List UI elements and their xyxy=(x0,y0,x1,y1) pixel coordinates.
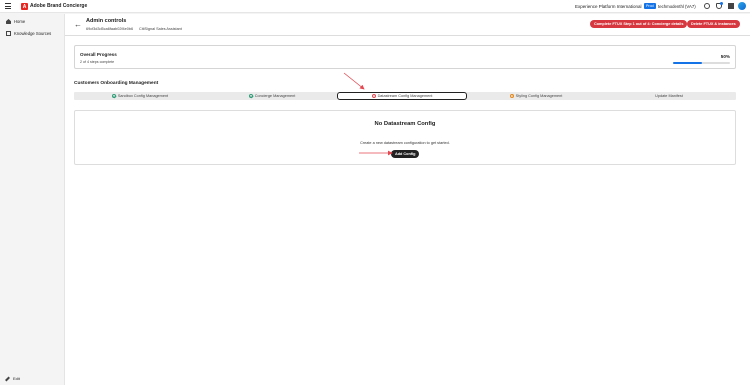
progress-subtitle: 2 of 4 steps complete xyxy=(80,60,115,64)
edit-label: Edit xyxy=(13,376,20,381)
concierge-id: 69cf3d3d5ca6faab02f4e0b6 xyxy=(86,27,134,31)
sidebar: Home Knowledge Sources Edit xyxy=(0,14,65,385)
top-bar: A Adobe Brand Concierge Experience Platf… xyxy=(0,0,750,13)
step-update-manifest[interactable]: Update Manifest xyxy=(602,92,736,100)
environment-badge: Prod xyxy=(644,3,656,9)
step-sandbox-config[interactable]: Sandbox Config Management xyxy=(74,92,206,100)
adobe-logo[interactable]: A xyxy=(21,3,28,10)
sandbox-switcher[interactable]: techmodenthl (VA7) xyxy=(658,4,696,9)
progress-percent: 50% xyxy=(720,54,730,59)
app-title: Adobe Brand Concierge xyxy=(30,3,88,9)
step-label: Concierge Management xyxy=(254,94,296,98)
empty-state-card: No Datastream Config Create a new datast… xyxy=(74,110,736,165)
user-avatar[interactable] xyxy=(738,2,746,10)
progress-bar xyxy=(673,62,730,64)
progress-title: Overall Progress xyxy=(80,52,117,57)
sidebar-item-home[interactable]: Home xyxy=(6,19,25,24)
delete-ftux-button[interactable]: Delete FTUX & instances xyxy=(687,20,740,28)
complete-ftux-step-button[interactable]: Complete FTUX Step 1 out of 4: Concierge… xyxy=(590,20,688,28)
pencil-icon xyxy=(5,376,10,381)
notification-badge xyxy=(720,2,723,5)
step-concierge-management[interactable]: Concierge Management xyxy=(206,92,338,100)
warning-circle-icon xyxy=(509,94,514,98)
back-arrow-icon[interactable]: ← xyxy=(74,21,82,29)
sidebar-item-label: Home xyxy=(14,19,26,24)
step-styling-config[interactable]: Styling Config Management xyxy=(470,92,602,100)
step-label: Update Manifest xyxy=(655,94,683,98)
sidebar-item-label: Knowledge Sources xyxy=(14,31,52,36)
database-icon xyxy=(6,31,11,36)
overall-progress-card: Overall Progress 2 of 4 steps complete 5… xyxy=(74,45,736,69)
empty-state-title: No Datastream Config xyxy=(374,121,436,127)
check-circle-icon xyxy=(111,94,116,98)
menu-icon[interactable] xyxy=(5,3,11,9)
sidebar-item-knowledge-sources[interactable]: Knowledge Sources xyxy=(6,31,51,36)
org-switcher[interactable]: Experience Platform International xyxy=(575,4,642,9)
alert-circle-icon xyxy=(371,94,376,98)
check-circle-icon xyxy=(248,94,253,98)
step-label: Styling Config Management xyxy=(515,94,563,98)
page-title: Admin controls xyxy=(86,18,127,24)
home-icon xyxy=(6,19,11,24)
progress-bar-fill xyxy=(673,62,702,64)
empty-state-text: Create a new datastream configuration to… xyxy=(360,141,450,145)
sidebar-edit-button[interactable]: Edit xyxy=(5,376,20,381)
help-icon[interactable] xyxy=(704,3,710,9)
apps-grid-icon[interactable] xyxy=(728,3,734,9)
add-config-button[interactable]: Add Config xyxy=(391,150,420,158)
concierge-name: CitiSignal Sales Assistant xyxy=(139,27,182,31)
onboarding-stepper: Sandbox Config Management Concierge Mana… xyxy=(74,92,736,100)
section-title: Customers Onboarding Management xyxy=(74,81,159,86)
step-label: Datastream Config Management xyxy=(377,94,433,98)
page-header: ← Admin controls 69cf3d3d5ca6faab02f4e0b… xyxy=(65,14,750,36)
main-content: ← Admin controls 69cf3d3d5ca6faab02f4e0b… xyxy=(65,14,750,385)
step-datastream-config[interactable]: Datastream Config Management xyxy=(337,92,467,100)
step-label: Sandbox Config Management xyxy=(117,94,169,98)
